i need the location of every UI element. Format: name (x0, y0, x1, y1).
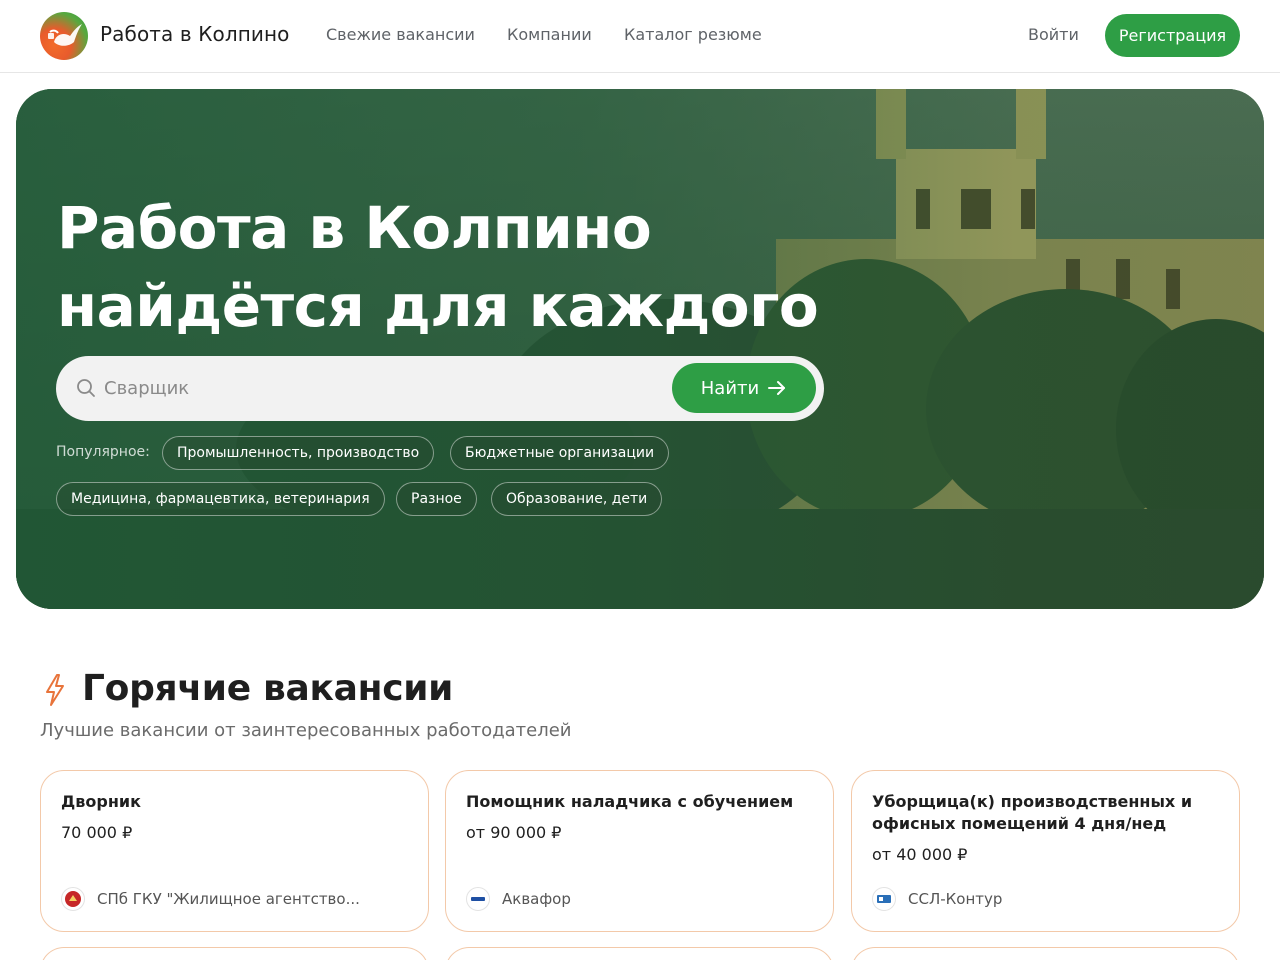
vacancy-title[interactable]: Помощник наладчика с обучением (466, 791, 816, 813)
search-button-label: Найти (700, 377, 760, 399)
company-name: Аквафор (502, 890, 571, 908)
vacancy-salary: от 90 000 ₽ (466, 823, 562, 842)
chip-medicine[interactable]: Медицина, фармацевтика, ветеринария (56, 482, 385, 516)
search-button[interactable]: Найти (672, 363, 816, 413)
nav-fresh-vacancies[interactable]: Свежие вакансии (326, 25, 475, 44)
company-name: ССЛ-Контур (908, 890, 1003, 908)
hero-title: Работа в Колпино найдётся для каждого (57, 189, 819, 345)
company-logo-icon (466, 887, 490, 911)
login-link[interactable]: Войти (1028, 25, 1079, 44)
search-bar: Найти (56, 356, 824, 421)
company-logo-icon (872, 887, 896, 911)
vacancy-card[interactable]: Помощник наладчика с обучением от 90 000… (445, 770, 834, 932)
popular-label: Популярное: (56, 444, 150, 460)
hero-overlay (16, 89, 1264, 609)
hot-section-subtitle: Лучшие вакансии от заинтересованных рабо… (40, 720, 572, 741)
hot-section-title: Горячие вакансии (82, 668, 454, 709)
chip-education[interactable]: Образование, дети (491, 482, 663, 516)
vacancy-card-partial[interactable] (40, 947, 429, 960)
vacancy-card[interactable]: Дворник 70 000 ₽ СПб ГКУ "Жилищное агент… (40, 770, 429, 932)
hero-banner: Работа в Колпино найдётся для каждого На… (16, 89, 1264, 609)
vacancy-title[interactable]: Уборщица(к) производственных и офисных п… (872, 791, 1222, 835)
company-name: СПб ГКУ "Жилищное агентство... (97, 890, 360, 908)
vacancy-card[interactable]: Уборщица(к) производственных и офисных п… (851, 770, 1240, 932)
vacancy-title[interactable]: Дворник (61, 791, 411, 813)
nav-companies[interactable]: Компании (507, 25, 592, 44)
vacancy-card-partial[interactable] (851, 947, 1240, 960)
vacancy-salary: от 40 000 ₽ (872, 845, 968, 864)
brand-name[interactable]: Работа в Колпино (100, 22, 290, 46)
search-input[interactable] (104, 372, 664, 404)
chip-industry[interactable]: Промышленность, производство (162, 436, 435, 470)
vacancy-salary: 70 000 ₽ (61, 823, 133, 842)
hero-title-line2: найдётся для каждого (57, 272, 819, 340)
logo-swan-icon[interactable] (40, 12, 88, 60)
vacancy-company[interactable]: ССЛ-Контур (872, 887, 1002, 911)
site-header: Работа в Колпино Свежие вакансии Компани… (0, 0, 1280, 73)
search-icon (77, 379, 95, 397)
company-logo-icon (61, 887, 85, 911)
lightning-icon (46, 674, 64, 706)
vacancy-card-partial[interactable] (445, 947, 834, 960)
chip-misc[interactable]: Разное (396, 482, 477, 516)
hero-title-line1: Работа в Колпино (57, 194, 652, 262)
chip-budget-orgs[interactable]: Бюджетные организации (450, 436, 670, 470)
register-button[interactable]: Регистрация (1105, 14, 1240, 57)
nav-resume-catalog[interactable]: Каталог резюме (624, 25, 762, 44)
vacancy-company[interactable]: Аквафор (466, 887, 571, 911)
arrow-right-icon (768, 381, 786, 395)
vacancy-company[interactable]: СПб ГКУ "Жилищное агентство... (61, 887, 360, 911)
